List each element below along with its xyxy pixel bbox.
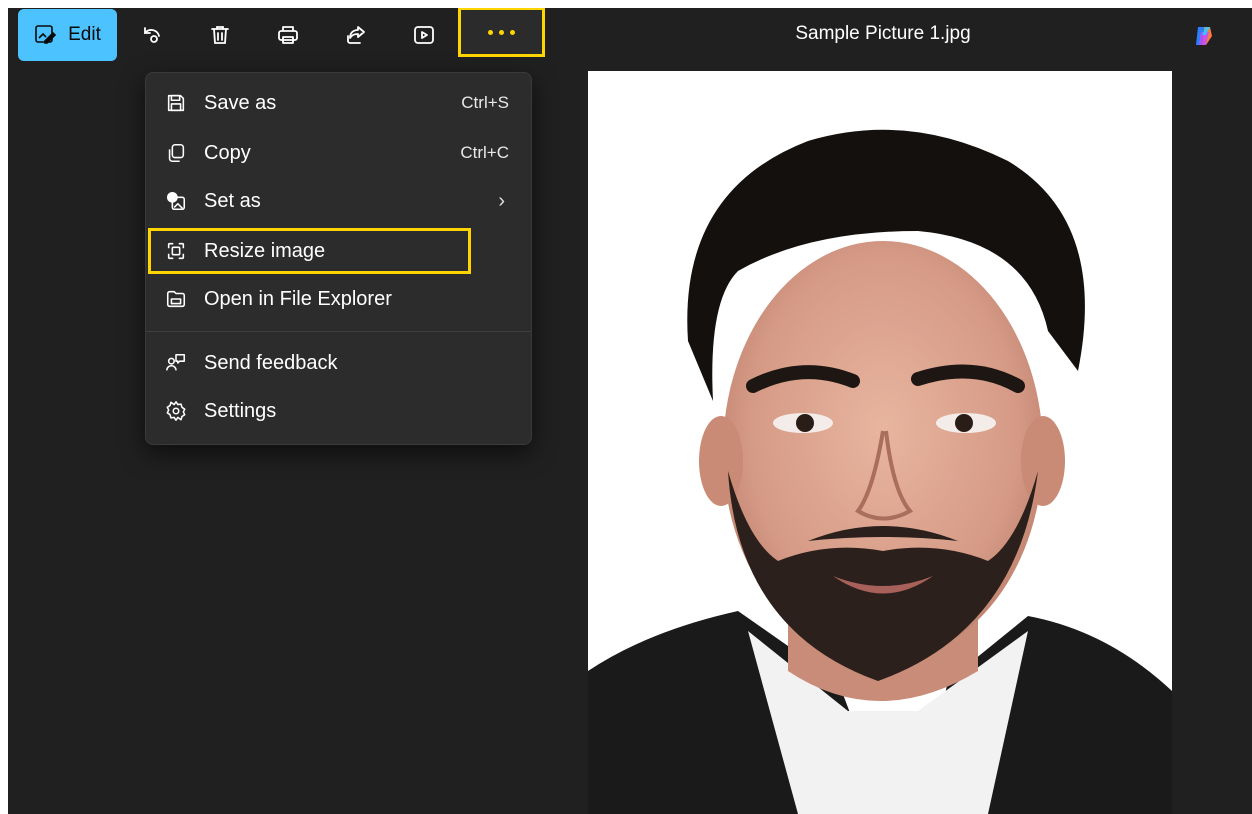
resize-icon	[164, 239, 188, 263]
save-icon	[164, 91, 188, 115]
edit-label: Edit	[68, 24, 101, 45]
menu-item-save-as[interactable]: Save as Ctrl+S	[152, 81, 523, 125]
copy-icon	[164, 141, 188, 165]
menu-item-open-in-file-explorer[interactable]: Open in File Explorer	[152, 277, 523, 321]
menu-item-label: Save as	[204, 91, 277, 114]
edit-image-icon	[35, 25, 57, 44]
menu-item-label: Set as	[204, 189, 261, 212]
menu-item-send-feedback[interactable]: Send feedback	[152, 341, 523, 385]
menu-item-label: Send feedback	[204, 351, 338, 374]
menu-item-label: Settings	[204, 399, 277, 422]
set-as-icon	[164, 189, 188, 213]
slideshow-button[interactable]	[407, 18, 441, 52]
menu-item-label: Resize image	[204, 239, 326, 262]
photo-viewer-image	[588, 71, 1172, 814]
copilot-button[interactable]	[1192, 24, 1216, 48]
menu-item-settings[interactable]: Settings	[152, 389, 523, 433]
print-icon	[278, 26, 298, 44]
delete-button[interactable]	[203, 18, 237, 52]
portrait-photo	[588, 71, 1172, 814]
settings-icon	[164, 399, 188, 423]
more-options-menu: Save as Ctrl+S Copy Ctrl+C Set as › Resi…	[145, 72, 532, 445]
print-button[interactable]	[271, 18, 305, 52]
menu-item-label: Open in File Explorer	[204, 287, 392, 310]
menu-item-shortcut: Ctrl+S	[461, 93, 509, 112]
menu-item-shortcut: Ctrl+C	[460, 143, 509, 162]
feedback-icon	[164, 351, 188, 375]
folder-icon	[164, 287, 188, 311]
window-title: Sample Picture 1.jpg	[795, 23, 971, 44]
menu-item-label: Copy	[204, 141, 251, 164]
share-button[interactable]	[339, 18, 373, 52]
copilot-icon	[1196, 27, 1212, 45]
more-options-button[interactable]	[458, 8, 545, 57]
share-icon	[347, 26, 365, 44]
delete-icon	[211, 26, 229, 44]
photos-app-window: Edit Sample Picture 1.jpg Save as Ctrl+S…	[8, 8, 1252, 814]
menu-divider	[146, 331, 531, 332]
toolbar: Edit Sample Picture 1.jpg	[8, 8, 1252, 64]
menu-item-set-as[interactable]: Set as ›	[152, 179, 523, 223]
menu-item-resize-image[interactable]: Resize image	[152, 229, 523, 273]
menu-item-copy[interactable]: Copy Ctrl+C	[152, 131, 523, 175]
more-options-icon	[488, 29, 493, 35]
slideshow-icon	[414, 26, 434, 44]
edit-button[interactable]: Edit	[18, 9, 117, 61]
chevron-right-icon: ›	[498, 189, 505, 212]
rotate-icon	[144, 27, 160, 43]
rotate-button[interactable]	[135, 18, 169, 52]
